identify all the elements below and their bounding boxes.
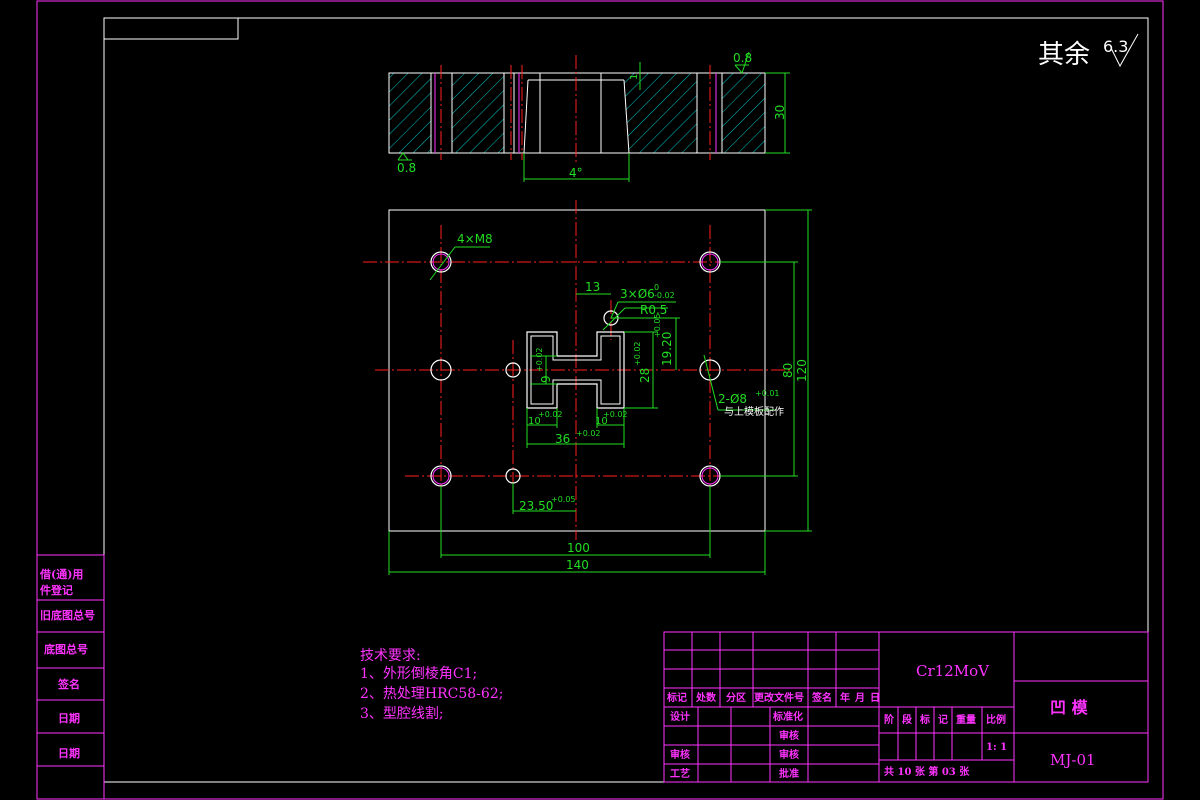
side-registration-column: 借(通)用 件登记 旧底图总号 底图总号 签名 日期 日期	[36, 554, 105, 800]
hatch-region	[452, 73, 504, 153]
cad-drawing: 其余 6.3 30 4° 0.8 0.8 1 140 100 120 80 13…	[36, 0, 1164, 800]
side-label: 底图总号	[44, 642, 88, 656]
surface-finish-note: 其余 6.3	[1038, 33, 1139, 70]
material: Cr12MoV	[916, 662, 990, 680]
tech-item: 3、型腔线割;	[360, 705, 444, 722]
hatch-region	[722, 73, 765, 153]
rev-header: 更改文件号	[754, 691, 804, 704]
drawing-number: MJ-01	[1050, 751, 1096, 769]
stage-header: 阶	[884, 713, 895, 726]
dim-28: 28	[638, 368, 652, 383]
surface-finish-value: 6.3	[1103, 37, 1128, 56]
hatch-region	[389, 73, 431, 153]
dim-taper-angle: 4°	[569, 166, 583, 180]
dim-height-outer: 120	[795, 359, 809, 382]
tech-item: 2、热处理HRC58-62;	[360, 686, 503, 702]
dim-28-tol: +0.02	[633, 341, 642, 366]
title-block: 标记 处数 分区 更改文件号 签名 年 月 日 设计 审核 工艺 标准化 审核 …	[663, 631, 1149, 783]
hatch-region	[624, 73, 697, 153]
stage-header: 段	[902, 713, 912, 726]
technical-requirements: 技术要求: 1、外形倒棱角C1; 2、热处理HRC58-62; 3、型腔线割;	[360, 648, 503, 722]
callout-pins-tol-lower: -0.02	[654, 291, 675, 300]
rev-header: 月	[854, 692, 865, 704]
dim-9: 9	[539, 375, 553, 383]
tech-title: 技术要求:	[360, 648, 421, 664]
dim-offset-13: 13	[585, 280, 600, 294]
callout-dowels-tol: +0.01	[755, 389, 780, 398]
stage-header: 记	[938, 714, 948, 726]
dim-36-tol: +0.02	[576, 429, 601, 438]
rev-header: 标记	[666, 691, 687, 704]
surface-finish-label: 其余	[1038, 40, 1090, 70]
dim-36: 36	[555, 432, 570, 446]
rev-header: 处数	[695, 691, 717, 704]
dim-19-2-tol: +0.05	[653, 313, 662, 338]
side-label: 日期	[58, 746, 80, 760]
rev-header: 日	[870, 692, 880, 704]
dim-10-right-tol: +0.02	[603, 410, 628, 419]
stage-header: 重量	[956, 713, 976, 726]
dim-width-outer: 140	[566, 558, 589, 572]
dim-19-2: 19.20	[660, 332, 674, 366]
dim-10-left-tol: +0.02	[538, 410, 563, 419]
callout-radius: R0.5	[640, 303, 667, 317]
role-label: 工艺	[670, 767, 690, 780]
sheet-info: 共 10 张 第 03 张	[884, 765, 970, 778]
dim-9-tol: +0.02	[535, 347, 544, 372]
roughness-bottom: 0.8	[397, 161, 416, 175]
side-label: 件登记	[40, 583, 73, 597]
callout-pins: 3×Ø6	[620, 287, 655, 301]
role-label: 审核	[670, 748, 690, 761]
stage-header: 标	[919, 713, 930, 726]
role-label: 设计	[670, 710, 690, 723]
dim-23-5-tol: +0.05	[551, 495, 576, 504]
dim-height-30: 30	[773, 105, 787, 120]
dim-23-5: 23.50	[519, 499, 553, 513]
stage-header: 比例	[986, 713, 1006, 726]
sheet-frame	[36, 0, 1164, 800]
callout-dowels-note: 与上模板配作	[724, 405, 784, 418]
callout-dowels: 2-Ø8	[718, 392, 747, 406]
role-label: 审核	[779, 729, 799, 742]
role-label: 标准化	[772, 710, 803, 723]
rev-header: 分区	[726, 691, 746, 704]
role-label: 审核	[779, 748, 799, 761]
role-label: 批准	[779, 767, 799, 780]
plan-view: 140 100 120 80 13 36 +0.02 23.50 +0.05 2…	[363, 200, 812, 575]
side-label: 旧底图总号	[40, 608, 95, 622]
roughness-top: 0.8	[733, 51, 752, 65]
callout-threads: 4×M8	[457, 232, 493, 246]
section-view: 30 4° 0.8 0.8 1	[388, 51, 790, 182]
part-name: 凹 模	[1050, 698, 1089, 717]
chamfer-mark: 1	[629, 74, 640, 80]
dim-width-holes: 100	[567, 541, 590, 555]
rev-header: 年	[840, 691, 850, 704]
scale-value: 1: 1	[986, 742, 1007, 753]
side-label: 日期	[58, 711, 80, 725]
side-label: 借(通)用	[39, 567, 83, 581]
side-label: 签名	[57, 677, 80, 691]
rev-header: 签名	[811, 691, 832, 704]
dim-height-holes: 80	[781, 363, 795, 378]
tech-item: 1、外形倒棱角C1;	[360, 666, 477, 682]
